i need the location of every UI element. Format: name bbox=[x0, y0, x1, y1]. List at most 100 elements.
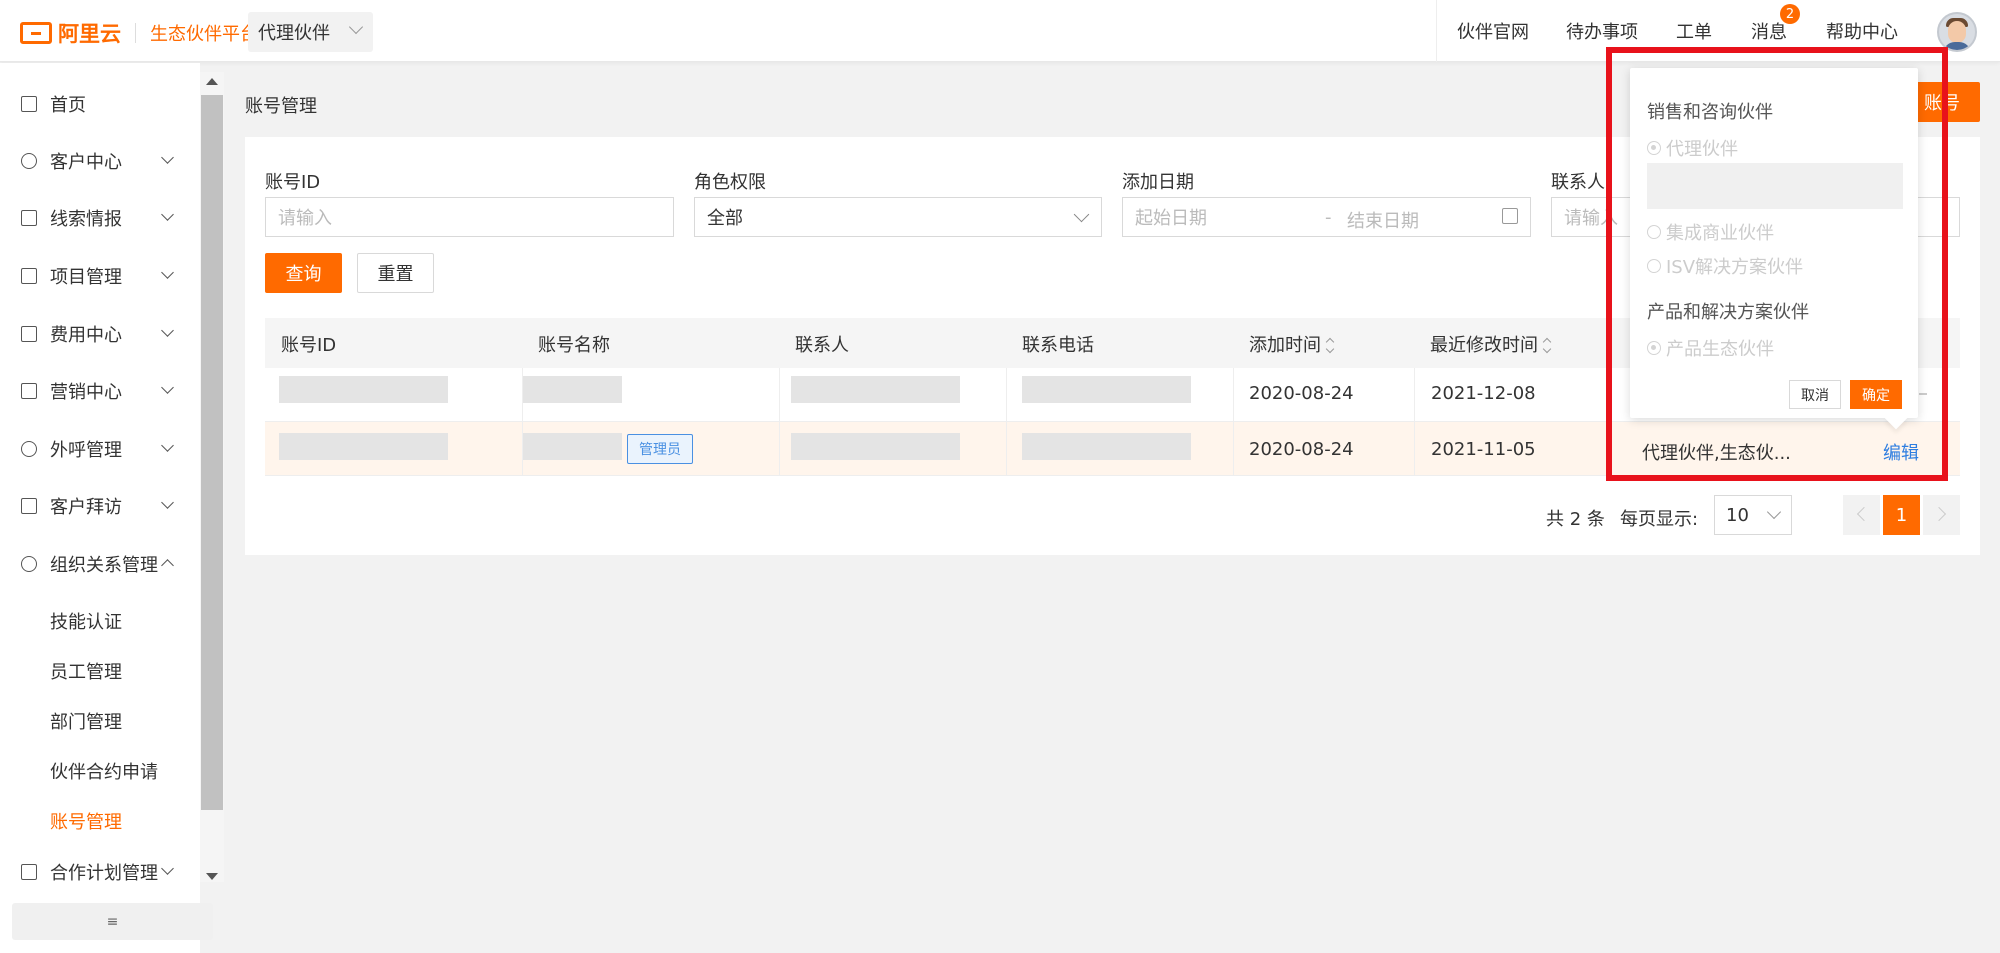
sidebar-item-org[interactable]: 组织关系管理 bbox=[0, 544, 200, 584]
sort-icon[interactable] bbox=[1544, 339, 1552, 353]
chevron-down-icon bbox=[348, 19, 364, 35]
modified-time-cell: 2021-12-08 bbox=[1431, 383, 1536, 404]
customer-icon bbox=[21, 153, 37, 169]
reset-button[interactable]: 重置 bbox=[357, 253, 434, 293]
column-header-modified-time[interactable]: 最近修改时间 bbox=[1430, 331, 1552, 357]
sidebar-item-label: 营销中心 bbox=[50, 382, 122, 403]
platform-name: 生态伙伴平台 bbox=[150, 24, 258, 45]
sidebar-item-leads[interactable]: 线索情报 bbox=[0, 198, 200, 238]
role-select[interactable]: 全部 bbox=[694, 197, 1102, 237]
sort-icon[interactable] bbox=[1327, 339, 1335, 353]
sidebar-item-projects[interactable]: 项目管理 bbox=[0, 256, 200, 296]
sidebar-item-home[interactable]: 首页 bbox=[0, 84, 200, 124]
brand-name: 阿里云 bbox=[58, 22, 121, 46]
column-divider bbox=[779, 368, 780, 476]
avatar-face bbox=[1948, 21, 1966, 43]
column-divider bbox=[1006, 368, 1007, 476]
sidebar-sub-staff[interactable]: 员工管理 bbox=[50, 658, 122, 684]
chevron-down-icon bbox=[161, 151, 174, 164]
collapse-icon: ≡ bbox=[106, 913, 119, 930]
chevron-down-icon bbox=[161, 496, 174, 509]
calendar-icon bbox=[21, 498, 37, 514]
account-id-input[interactable]: 请输入 bbox=[265, 197, 674, 237]
annotation-highlight-box bbox=[1606, 47, 1948, 481]
fee-icon bbox=[21, 326, 37, 342]
bag-icon bbox=[21, 383, 37, 399]
redacted-account-name bbox=[523, 433, 622, 460]
sidebar-item-marketing[interactable]: 营销中心 bbox=[0, 371, 200, 411]
sidebar-scroll-thumb[interactable] bbox=[201, 95, 223, 810]
sidebar-sub-skills[interactable]: 技能认证 bbox=[50, 608, 122, 634]
sidebar-item-fees[interactable]: 费用中心 bbox=[0, 314, 200, 354]
share-icon bbox=[21, 556, 37, 572]
column-header-phone: 联系电话 bbox=[1022, 335, 1094, 356]
modified-time-cell: 2021-11-05 bbox=[1431, 439, 1536, 460]
redacted-account-id bbox=[279, 433, 448, 460]
added-time-cell: 2020-08-24 bbox=[1249, 439, 1354, 460]
sidebar-sub-departments[interactable]: 部门管理 bbox=[50, 708, 122, 734]
date-end-placeholder: 结束日期 bbox=[1347, 211, 1419, 232]
leads-icon bbox=[21, 210, 37, 226]
message-count-badge: 2 bbox=[1780, 4, 1800, 24]
column-header-label: 添加时间 bbox=[1249, 335, 1321, 356]
filter-label-account-id: 账号ID bbox=[265, 172, 321, 193]
page-title: 账号管理 bbox=[245, 96, 317, 117]
sidebar-sub-contract[interactable]: 伙伴合约申请 bbox=[50, 758, 158, 784]
column-header-account-name: 账号名称 bbox=[538, 335, 610, 356]
sidebar-collapse-button[interactable]: ≡ bbox=[12, 903, 213, 940]
nav-partner-site[interactable]: 伙伴官网 bbox=[1457, 0, 1529, 62]
chevron-down-icon bbox=[161, 208, 174, 221]
brand-logo[interactable]: 阿里云 生态伙伴平台 bbox=[20, 18, 258, 48]
redacted-contact bbox=[791, 376, 960, 403]
redacted-account-id bbox=[279, 376, 448, 403]
calendar-icon bbox=[1502, 208, 1518, 224]
chevron-down-icon bbox=[161, 381, 174, 394]
date-separator: - bbox=[1325, 207, 1332, 228]
filter-label-role: 角色权限 bbox=[694, 172, 766, 193]
aliyun-logo-icon bbox=[20, 22, 52, 44]
sidebar-item-label: 合作计划管理 bbox=[50, 863, 158, 884]
filter-label-date: 添加日期 bbox=[1122, 172, 1194, 193]
column-header-added-time[interactable]: 添加时间 bbox=[1249, 331, 1335, 357]
plan-icon bbox=[21, 864, 37, 880]
pager-total: 共 2 条 bbox=[1546, 509, 1605, 530]
chevron-down-icon bbox=[161, 862, 174, 875]
sidebar-item-label: 组织关系管理 bbox=[50, 555, 158, 576]
scroll-up-icon[interactable] bbox=[206, 78, 218, 85]
redacted-contact bbox=[791, 433, 960, 460]
chevron-down-icon bbox=[161, 266, 174, 279]
sidebar-item-label: 首页 bbox=[50, 95, 86, 116]
scroll-down-icon[interactable] bbox=[206, 873, 218, 880]
pager-size-label: 每页显示: bbox=[1620, 509, 1699, 530]
sidebar-item-cooperation[interactable]: 合作计划管理 bbox=[0, 852, 200, 892]
next-page-button[interactable] bbox=[1923, 495, 1960, 535]
role-switch-select[interactable]: 代理伙伴 bbox=[248, 12, 373, 52]
role-switch-value: 代理伙伴 bbox=[258, 23, 330, 44]
filter-label-contact: 联系人 bbox=[1551, 172, 1605, 193]
chevron-down-icon bbox=[1766, 504, 1782, 520]
sidebar-sub-accounts[interactable]: 账号管理 bbox=[50, 808, 122, 834]
redacted-phone bbox=[1022, 433, 1191, 460]
page-1-button[interactable]: 1 bbox=[1883, 495, 1920, 535]
chevron-up-icon bbox=[161, 559, 174, 572]
sidebar-item-visits[interactable]: 客户拜访 bbox=[0, 486, 200, 526]
sidebar-item-customer-center[interactable]: 客户中心 bbox=[0, 141, 200, 181]
user-avatar[interactable] bbox=[1937, 12, 1977, 52]
redacted-account-name bbox=[523, 376, 622, 403]
redacted-phone bbox=[1022, 376, 1191, 403]
home-icon bbox=[21, 96, 37, 112]
prev-page-button[interactable] bbox=[1843, 495, 1880, 535]
admin-tag: 管理员 bbox=[627, 434, 693, 464]
divider bbox=[135, 23, 136, 43]
column-header-account-id: 账号ID bbox=[281, 335, 337, 356]
column-header-label: 最近修改时间 bbox=[1430, 335, 1538, 356]
date-start-placeholder: 起始日期 bbox=[1135, 208, 1207, 229]
sidebar-item-label: 线索情报 bbox=[50, 209, 122, 230]
query-button[interactable]: 查询 bbox=[265, 253, 342, 293]
column-header-contact: 联系人 bbox=[795, 335, 849, 356]
page-size-select[interactable]: 10 bbox=[1714, 495, 1792, 535]
sidebar-item-label: 项目管理 bbox=[50, 267, 122, 288]
sidebar-item-outbound[interactable]: 外呼管理 bbox=[0, 429, 200, 469]
chevron-down-icon bbox=[161, 324, 174, 337]
divider bbox=[1436, 0, 1437, 62]
